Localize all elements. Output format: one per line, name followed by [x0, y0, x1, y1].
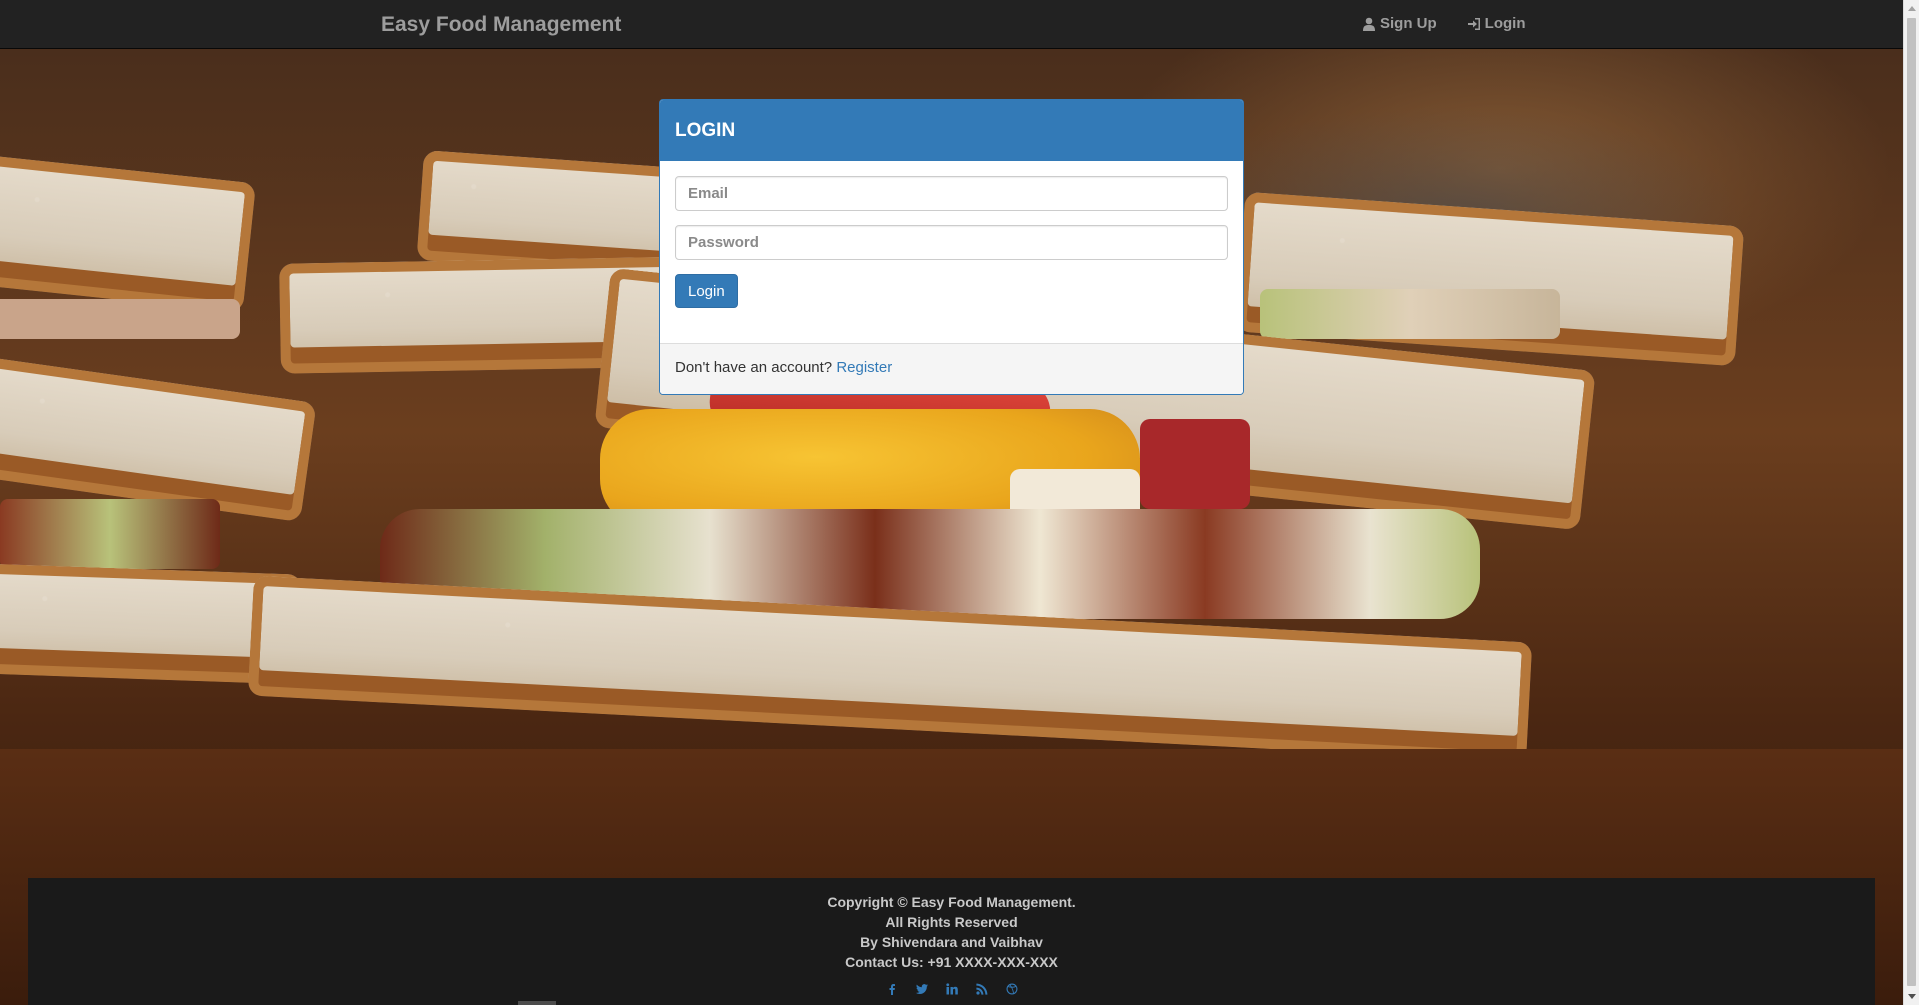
- nav-links: Sign Up Login: [1362, 15, 1526, 32]
- dribbble-icon[interactable]: [1005, 982, 1019, 996]
- scroll-up-arrow-icon[interactable]: [1908, 6, 1916, 11]
- log-in-icon: [1467, 17, 1480, 30]
- register-link[interactable]: Register: [836, 359, 892, 376]
- vertical-scrollbar[interactable]: [1903, 0, 1919, 1005]
- top-navbar: Easy Food Management Sign Up Login: [0, 0, 1903, 49]
- brand-logo-text[interactable]: Easy Food Management: [381, 13, 621, 37]
- signup-label: Sign Up: [1380, 15, 1437, 32]
- page-footer: Copyright © Easy Food Management. All Ri…: [28, 878, 1875, 1005]
- scroll-down-arrow-icon[interactable]: [1908, 994, 1916, 999]
- linkedin-icon[interactable]: [945, 982, 959, 996]
- login-panel-footer: Don't have an account? Register: [660, 343, 1243, 394]
- copyright-text: Copyright © Easy Food Management.: [827, 894, 1076, 910]
- register-prompt: Don't have an account?: [675, 359, 833, 376]
- contact-text: Contact Us: +91 XXXX-XXX-XXX: [845, 954, 1058, 970]
- twitter-icon[interactable]: [915, 982, 929, 996]
- user-icon: [1363, 17, 1375, 31]
- facebook-icon[interactable]: [885, 982, 899, 996]
- bottom-tab-indicator: [518, 1001, 556, 1005]
- rights-text: All Rights Reserved: [885, 914, 1018, 930]
- social-links: [28, 982, 1875, 996]
- login-button[interactable]: Login: [675, 274, 738, 308]
- authors-text: By Shivendara and Vaibhav: [860, 934, 1043, 950]
- password-field[interactable]: [675, 225, 1228, 260]
- login-link[interactable]: Login: [1467, 15, 1526, 32]
- login-label: Login: [1484, 15, 1526, 32]
- login-panel-title: LOGIN: [660, 100, 1243, 161]
- email-field[interactable]: [675, 176, 1228, 211]
- login-panel: LOGIN Login Don't have an account? Regis…: [659, 99, 1244, 395]
- signup-link[interactable]: Sign Up: [1362, 15, 1437, 32]
- login-form: Login: [660, 161, 1243, 343]
- rss-icon[interactable]: [975, 982, 989, 996]
- scrollbar-thumb[interactable]: [1907, 18, 1916, 986]
